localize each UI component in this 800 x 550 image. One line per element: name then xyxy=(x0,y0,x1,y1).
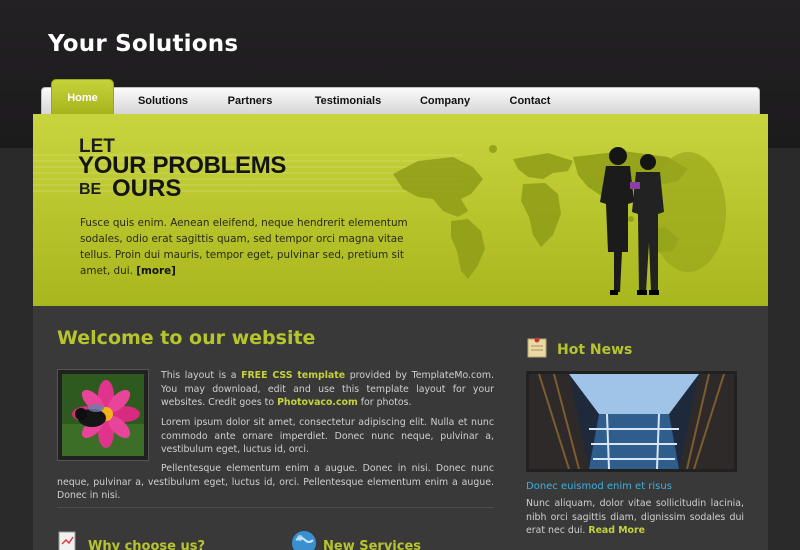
hero-banner: LET YOUR PROBLEMS BE OURS Fusce quis eni… xyxy=(33,114,768,306)
site-title[interactable]: Your Solutions xyxy=(48,31,238,57)
photovaco-link[interactable]: Photovaco.com xyxy=(277,397,358,408)
note-pin-icon xyxy=(527,337,547,358)
news-photo xyxy=(526,371,737,472)
welcome-paragraph-2: Lorem ipsum dolor sit amet, consectetur … xyxy=(161,417,494,455)
welcome-paragraph-1: This layout is a FREE CSS template provi… xyxy=(161,369,494,410)
business-people-graphic xyxy=(600,147,726,295)
flower-photo xyxy=(57,369,149,461)
new-services-title: New Services xyxy=(323,539,422,550)
p1-text-c: for photos. xyxy=(357,397,412,408)
nav-item-solutions[interactable]: Solutions xyxy=(120,88,206,114)
globe-icon xyxy=(292,531,316,550)
hero-description: Fusce quis enim. Aenean eleifend, neque … xyxy=(80,215,410,279)
nav-item-partners[interactable]: Partners xyxy=(207,88,293,114)
welcome-title: Welcome to our website xyxy=(57,327,316,349)
hero-body-text: Fusce quis enim. Aenean eleifend, neque … xyxy=(80,217,408,277)
hero-headline-problems: YOUR PROBLEMS xyxy=(78,152,287,179)
flower-bee-image xyxy=(62,374,144,456)
nav-item-contact[interactable]: Contact xyxy=(490,88,570,114)
nav-item-testimonials[interactable]: Testimonials xyxy=(300,88,396,114)
section-divider xyxy=(57,507,494,508)
news-headline-link[interactable]: Donec euismod enim et risus xyxy=(526,481,672,492)
nav-item-company[interactable]: Company xyxy=(402,88,488,114)
hot-news-title: Hot News xyxy=(557,342,633,358)
read-more-link[interactable]: Read More xyxy=(588,525,645,536)
hero-more-link[interactable]: [more] xyxy=(136,265,176,277)
news-summary: Nunc aliquam, dolor vitae sollicitudin l… xyxy=(526,497,744,538)
building-atrium-image xyxy=(529,373,734,470)
main-nav: Solutions Partners Testimonials Company … xyxy=(41,87,760,115)
hero-headline-be: BE xyxy=(79,181,102,198)
free-css-template-link[interactable]: FREE CSS template xyxy=(241,370,345,381)
hero-headline-ours: OURS xyxy=(112,175,182,202)
why-choose-us-title: Why choose us? xyxy=(88,539,206,550)
nav-item-home[interactable]: Home xyxy=(51,79,114,115)
document-chart-icon xyxy=(58,531,76,550)
p1-text-a: This layout is a xyxy=(161,370,242,381)
welcome-paragraph-3: Pellentesque elementum enim a augue. Don… xyxy=(57,463,494,501)
